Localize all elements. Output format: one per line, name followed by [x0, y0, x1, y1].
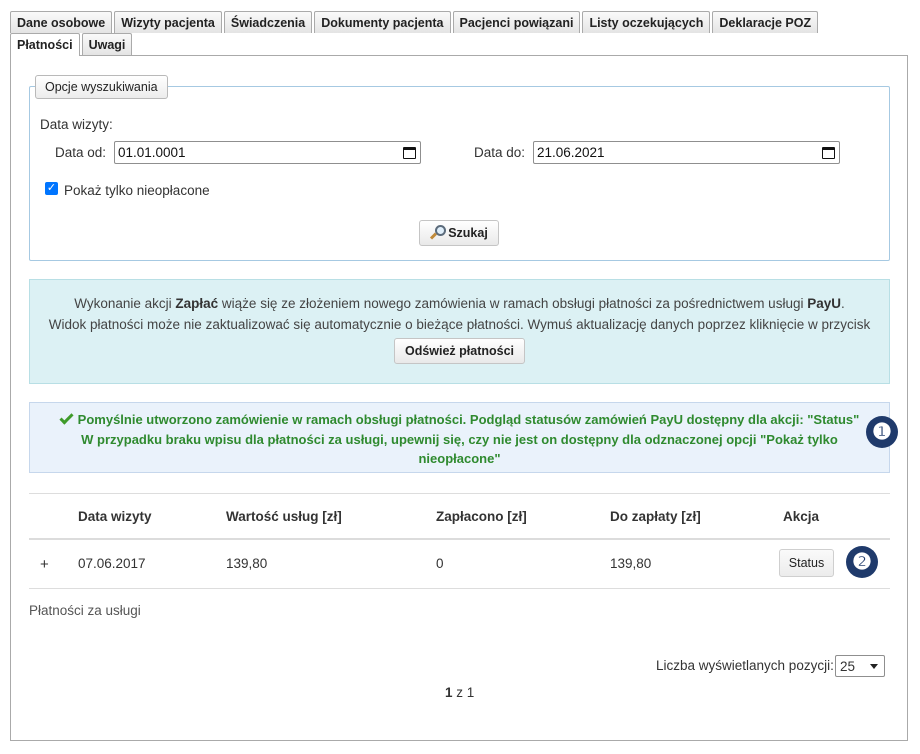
header-action: Akcja	[783, 509, 820, 524]
page-total: 1	[466, 685, 475, 700]
header-paid: Zapłacono [zł]	[436, 509, 527, 524]
success-line-1: Pomyślnie utworzono zamówienie w ramach …	[30, 410, 889, 427]
date-from-input[interactable]: 01.01.0001	[114, 141, 421, 164]
success-line-2: W przypadku braku wpisu dla płatności za…	[81, 432, 838, 447]
calendar-icon[interactable]	[403, 146, 416, 159]
payu-name: PayU	[807, 296, 841, 311]
tab-platnosci[interactable]: Płatności	[10, 33, 80, 56]
tab-listy-oczekujacych[interactable]: Listy oczekujących	[582, 11, 711, 33]
tab-bar-row-1: Dane osobowe Wizyty pacjenta Świadczenia…	[10, 11, 820, 33]
search-icon	[430, 225, 447, 241]
status-button[interactable]: Status	[779, 549, 834, 577]
calendar-icon[interactable]	[822, 146, 835, 159]
page-current[interactable]: 1	[445, 685, 453, 700]
table-header-border	[29, 538, 890, 540]
annotation-marker-2: ❷	[846, 546, 878, 578]
page-size-select[interactable]: 25	[835, 655, 885, 677]
success-line-3: nieopłacone"	[418, 451, 501, 466]
tab-pacjenci-powiazani[interactable]: Pacjenci powiązani	[452, 11, 581, 33]
date-to-label: Data do:	[474, 145, 526, 160]
date-from-label: Data od:	[55, 145, 107, 160]
page-size-value: 25	[840, 658, 856, 674]
table-bottom-border	[29, 588, 890, 589]
tab-dokumenty-pacjenta[interactable]: Dokumenty pacjenta	[314, 11, 451, 33]
cell-services-value: 139,80	[226, 556, 268, 571]
tab-swiadczenia[interactable]: Świadczenia	[223, 11, 313, 33]
expand-row-icon[interactable]: +	[40, 556, 49, 573]
payment-info-box: Wykonanie akcji Zapłać wiąże się ze złoż…	[29, 279, 890, 384]
refresh-payments-button[interactable]: Odśwież płatności	[394, 338, 525, 364]
cell-visit-date: 07.06.2017	[78, 556, 146, 571]
date-to-value: 21.06.2021	[537, 145, 605, 160]
unpaid-only-checkbox[interactable]: ✓	[45, 182, 58, 195]
info-line-1: Wykonanie akcji Zapłać wiąże się ze złoż…	[30, 296, 889, 311]
tab-uwagi[interactable]: Uwagi	[81, 33, 133, 55]
cell-due: 139,80	[610, 556, 652, 571]
success-text: Pomyślnie utworzono zamówienie w ramach …	[77, 412, 860, 427]
checkmark-icon	[59, 410, 74, 425]
tab-dane-osobowe[interactable]: Dane osobowe	[10, 11, 113, 33]
tab-bar-row-2: Płatności Uwagi	[10, 33, 134, 56]
chevron-down-icon	[870, 663, 878, 669]
info-text: Wykonanie akcji	[74, 296, 176, 311]
search-options-legend: Opcje wyszukiwania	[35, 75, 168, 99]
table-top-border	[29, 493, 890, 494]
header-services-value: Wartość usług [zł]	[226, 509, 342, 524]
info-line-2: Widok płatności może nie zaktualizować s…	[48, 317, 871, 332]
table-caption: Płatności za usługi	[29, 603, 141, 618]
date-from-value: 01.01.0001	[118, 145, 186, 160]
info-text: .	[841, 296, 845, 311]
header-due: Do zapłaty [zł]	[610, 509, 701, 524]
success-message-box: Pomyślnie utworzono zamówienie w ramach …	[29, 402, 890, 473]
page-size-label: Liczba wyświetlanych pozycji:	[656, 658, 834, 673]
cell-paid: 0	[436, 556, 444, 571]
annotation-marker-1: ❶	[866, 416, 898, 448]
unpaid-only-label: Pokaż tylko nieopłacone	[64, 183, 210, 198]
header-visit-date: Data wizyty	[78, 509, 152, 524]
page-separator: z	[456, 685, 464, 700]
info-text: wiąże się ze złożeniem nowego zamówienia…	[218, 296, 808, 311]
tab-wizyty-pacjenta[interactable]: Wizyty pacjenta	[114, 11, 222, 33]
pay-action-name: Zapłać	[175, 296, 219, 311]
tab-deklaracje-poz[interactable]: Deklaracje POZ	[712, 11, 819, 33]
pagination: 1 z 1	[445, 685, 474, 700]
search-button[interactable]: Szukaj	[419, 220, 499, 246]
search-button-label: Szukaj	[448, 226, 488, 240]
visit-date-label: Data wizyty:	[40, 117, 113, 132]
date-to-input[interactable]: 21.06.2021	[533, 141, 840, 164]
